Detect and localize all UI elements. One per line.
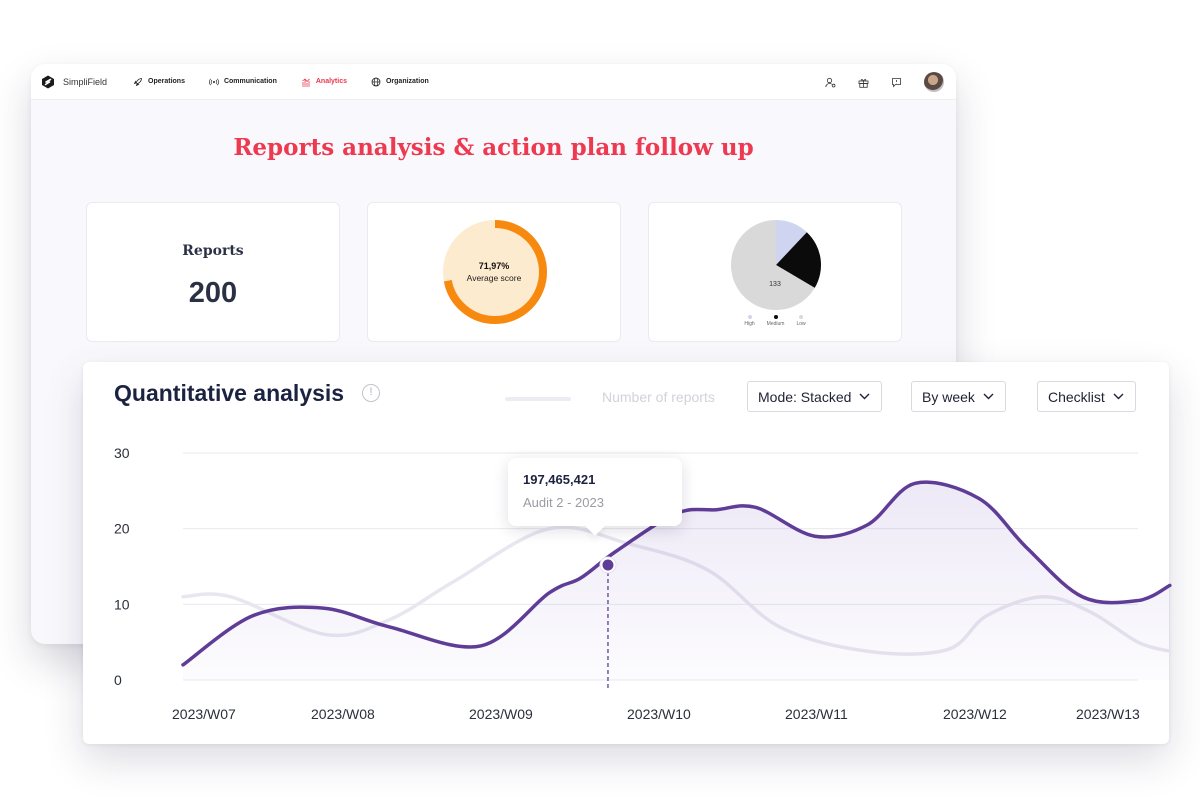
x-tick-label: 2023/W11 (785, 706, 848, 722)
legend-high-dot (747, 315, 752, 319)
nav-analytics[interactable]: Analytics (301, 77, 347, 87)
mode-dropdown[interactable]: Mode: Stacked (747, 381, 883, 412)
legend-medium-dot (773, 315, 778, 319)
nav-operations-label: Operations (148, 78, 185, 85)
score-text: 71,97% Average score (368, 261, 620, 283)
nav-operations[interactable]: Operations (133, 77, 185, 87)
series-legend-label[interactable]: Number of reports (602, 389, 715, 405)
info-icon[interactable]: ! (362, 384, 380, 402)
reports-count: 200 (188, 277, 238, 309)
average-score-card: 71,97% Average score (367, 202, 621, 342)
quantitative-analysis-card: 0 10 20 30 2023/W07 2023/W08 2023/W09 2023/W10 2… (83, 362, 1172, 744)
nav-communication-label: Communication (223, 78, 277, 85)
tooltip-value: 197,465,421 (523, 472, 596, 487)
pie-center-value: 133 (769, 281, 781, 288)
y-tick-label: 0 (114, 672, 122, 688)
legend-medium-label: Medium (766, 321, 785, 327)
pie-legend: High Medium Low (649, 315, 901, 327)
x-tick-label: 2023/W12 (943, 706, 1007, 722)
period-dropdown-value: By week (922, 388, 975, 405)
brand[interactable]: SimpliField (41, 75, 107, 89)
nav-analytics-label: Analytics (315, 78, 347, 85)
x-tick-label: 2023/W13 (1076, 706, 1140, 722)
priority-pie-card: 133 High Medium Low (648, 202, 902, 342)
mode-dropdown-value: Mode: Stacked (758, 388, 852, 405)
legend-low: Low (796, 315, 806, 327)
rocket-icon (133, 77, 142, 86)
period-dropdown[interactable]: By week (911, 381, 1006, 412)
analytics-icon (301, 77, 310, 86)
globe-icon (371, 77, 381, 86)
average-score-label: Average score (466, 273, 522, 283)
chevron-down-icon (1113, 393, 1124, 400)
chart-tooltip: 197,465,421 Audit 2 - 2023 (508, 458, 682, 526)
nav-organization-label: Organization (385, 78, 429, 85)
x-tick-label: 2023/W07 (172, 706, 236, 722)
nav-organization[interactable]: Organization (371, 77, 429, 87)
x-tick-label: 2023/W08 (311, 706, 375, 722)
chevron-down-icon (859, 393, 870, 400)
checklist-dropdown-value: Checklist (1048, 388, 1105, 405)
series-legend-swatch (505, 397, 571, 401)
y-tick-label: 20 (114, 521, 130, 537)
average-score-value: 71,97% (478, 261, 510, 271)
page-title: Reports analysis & action plan follow up (233, 134, 754, 161)
x-tick-label: 2023/W09 (469, 706, 533, 722)
legend-high: High (744, 315, 755, 327)
legend-low-dot (799, 315, 804, 319)
brand-name: SimpliField (63, 76, 108, 87)
chat-icon[interactable] (891, 77, 902, 88)
quantitative-analysis-title: Quantitative analysis (114, 380, 345, 406)
y-tick-label: 30 (114, 445, 130, 461)
reports-label: Reports (182, 243, 244, 259)
broadcast-icon (209, 78, 219, 85)
highlight-point[interactable] (602, 559, 614, 571)
user-settings-icon[interactable] (825, 77, 836, 88)
avatar[interactable] (924, 72, 944, 92)
priority-pie-chart (731, 220, 821, 310)
y-tick-label: 10 (114, 596, 130, 612)
simplifield-logo-icon (42, 75, 54, 88)
legend-medium: Medium (766, 315, 785, 327)
legend-high-label: High (744, 321, 755, 327)
gift-icon[interactable] (858, 77, 869, 88)
tooltip-label: Audit 2 - 2023 (523, 495, 604, 510)
nav-communication[interactable]: Communication (209, 77, 277, 87)
legend-low-label: Low (796, 321, 806, 327)
reports-card: Reports 200 (86, 202, 340, 342)
topbar-actions (825, 64, 944, 100)
stage: SimpliField Operations Communication Ana… (0, 0, 1200, 809)
checklist-dropdown[interactable]: Checklist (1037, 381, 1136, 412)
reports-area-chart: 0 10 20 30 2023/W07 2023/W08 2023/W09 2023/W10 2… (114, 445, 1172, 722)
chevron-down-icon (983, 393, 994, 400)
x-tick-label: 2023/W10 (627, 706, 691, 722)
top-navigation-bar: SimpliField Operations Communication Ana… (31, 64, 956, 100)
